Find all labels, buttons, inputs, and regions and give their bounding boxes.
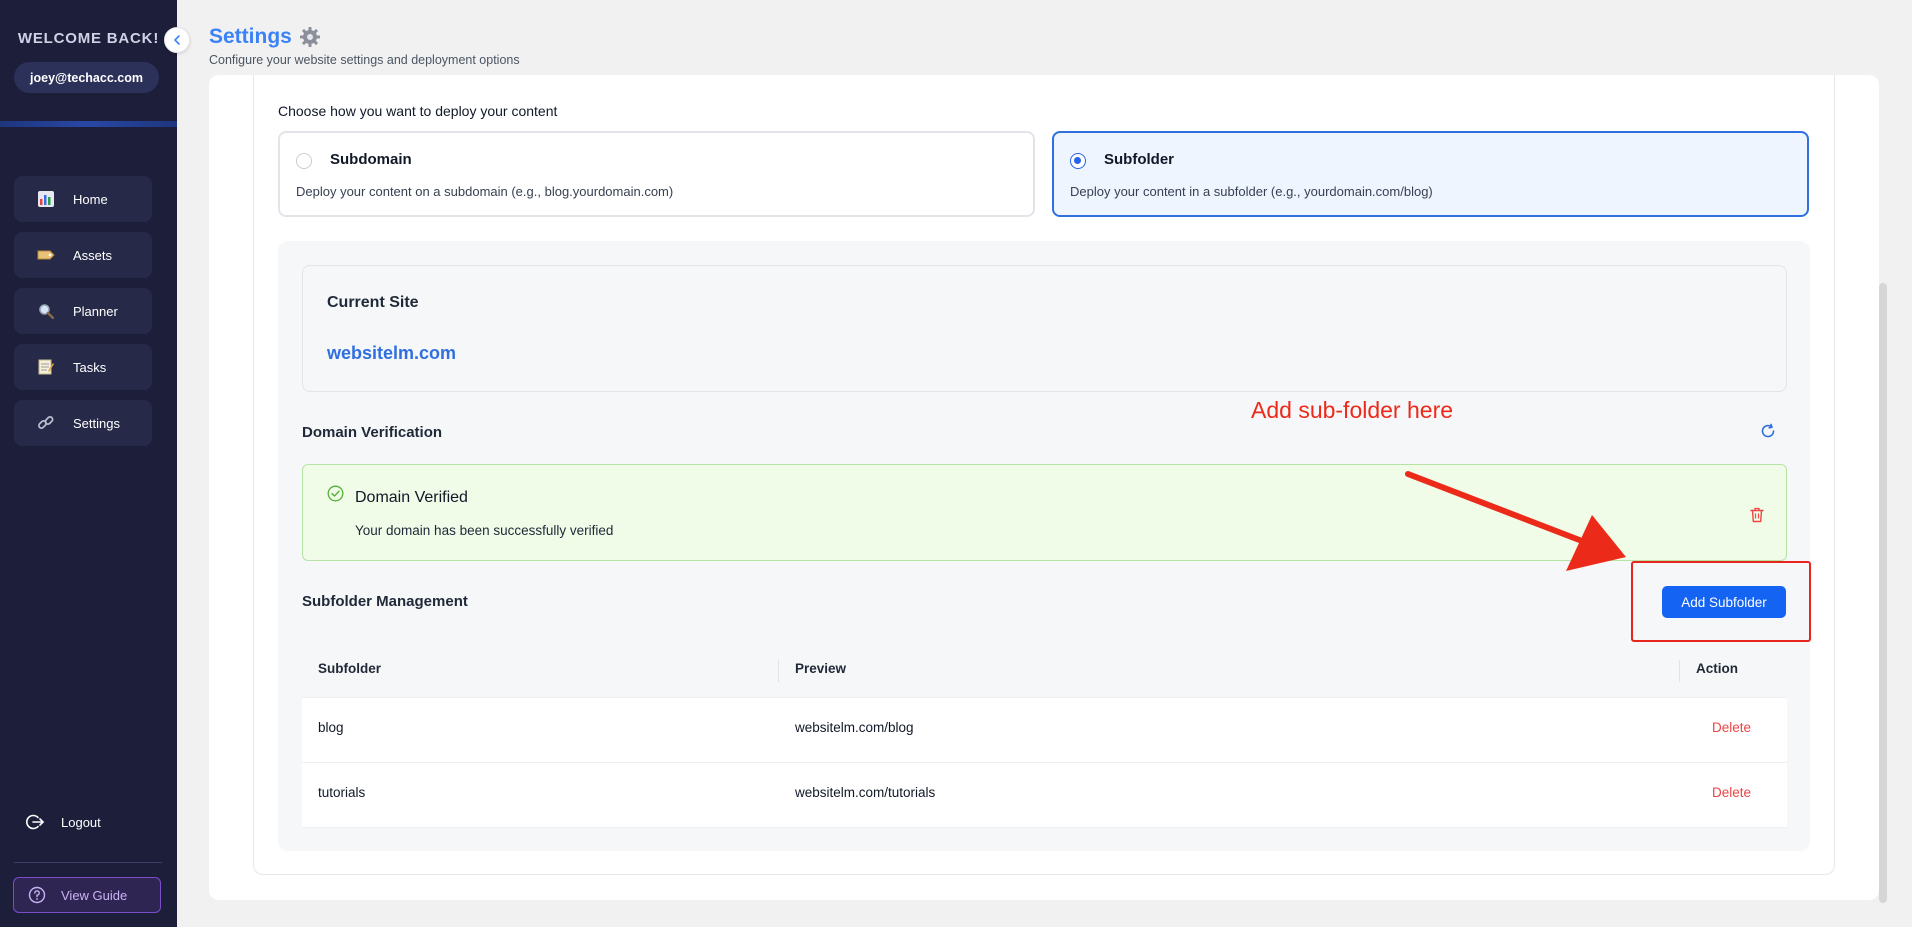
sidebar-item-label: Planner [73,303,118,319]
chart-icon [36,190,56,208]
annotation-highlight-box [1631,561,1811,642]
refresh-button[interactable] [1760,423,1776,444]
current-site-link[interactable]: websitelm.com [327,343,456,364]
chevron-left-icon [174,35,180,45]
column-header-preview: Preview [795,661,847,676]
sidebar-item-label: Tasks [73,359,107,375]
sidebar-divider-accent [0,121,177,127]
table-header: Subfolder Preview Action [302,649,1787,697]
delete-domain-button[interactable] [1750,507,1764,528]
subfolder-management-title: Subfolder Management [302,593,468,610]
column-header-action: Action [1696,661,1738,676]
column-header-subfolder: Subfolder [318,661,381,676]
option-description: Deploy your content in a subfolder (e.g.… [1070,184,1433,199]
current-site-card: Current Site websitelm.com [302,265,1787,392]
view-guide-label: View Guide [61,887,128,903]
sidebar-item-home[interactable]: Home [14,176,152,222]
page-title: Settings [209,25,321,49]
ticket-icon [36,246,56,264]
delete-link[interactable]: Delete [1712,720,1751,735]
page-title-text: Settings [209,25,292,48]
collapse-sidebar-button[interactable] [164,27,190,53]
sidebar-item-label: Assets [73,247,113,263]
user-email-badge: joey@techacc.com [14,62,159,93]
option-description: Deploy your content on a subdomain (e.g.… [296,184,674,199]
sidebar-item-assets[interactable]: Assets [14,232,152,278]
view-guide-button[interactable]: View Guide [13,877,161,913]
table-row: blog websitelm.com/blog Delete [302,697,1787,762]
deploy-options-label: Choose how you want to deploy your conte… [278,103,558,119]
scrollbar[interactable] [1879,283,1887,903]
column-divider [1679,660,1680,682]
logout-label: Logout [61,814,101,830]
subfolder-cell: blog [318,720,344,735]
current-site-label: Current Site [327,294,419,311]
option-title: Subfolder [1104,151,1174,168]
verified-description: Your domain has been successfully verifi… [355,523,614,538]
welcome-text: WELCOME BACK! [17,30,160,47]
domain-verification-title: Domain Verification [302,424,443,441]
annotation-arrow [1405,471,1626,571]
sidebar-item-settings[interactable]: Settings [14,400,152,446]
page-subtitle: Configure your website settings and depl… [209,53,520,67]
link-icon [36,414,56,432]
option-title: Subdomain [330,151,412,168]
sidebar-item-label: Settings [73,415,120,431]
magnifier-icon [36,302,56,320]
sidebar-item-planner[interactable]: Planner [14,288,152,334]
subfolder-cell: tutorials [318,785,366,800]
deploy-option-subfolder[interactable]: Subfolder Deploy your content in a subfo… [1052,131,1809,217]
subfolder-table: Subfolder Preview Action blog websitelm.… [302,649,1787,828]
sidebar-divider [14,862,162,863]
sidebar-item-tasks[interactable]: Tasks [14,344,152,390]
help-icon [28,886,46,904]
verified-title: Domain Verified [355,489,468,506]
trash-icon [1750,507,1764,523]
sidebar: WELCOME BACK! joey@techacc.com Home Asse… [0,0,177,927]
sidebar-item-label: Home [73,191,108,207]
memo-icon [36,358,56,376]
check-circle-icon [327,485,344,502]
delete-link[interactable]: Delete [1712,785,1751,800]
subfolder-radio[interactable] [1070,153,1086,169]
subdomain-radio[interactable] [296,153,312,169]
preview-cell: websitelm.com/tutorials [795,785,936,800]
table-bottom-border [302,827,1787,828]
annotation-text: Add sub-folder here [1251,397,1454,423]
logout-icon [26,814,45,830]
refresh-icon [1761,423,1775,438]
deploy-option-subdomain[interactable]: Subdomain Deploy your content on a subdo… [278,131,1035,217]
column-divider [778,660,779,682]
logout-button[interactable]: Logout [25,812,101,832]
gear-icon [299,27,320,47]
preview-cell: websitelm.com/blog [795,720,914,735]
table-row: tutorials websitelm.com/tutorials Delete [302,762,1787,827]
